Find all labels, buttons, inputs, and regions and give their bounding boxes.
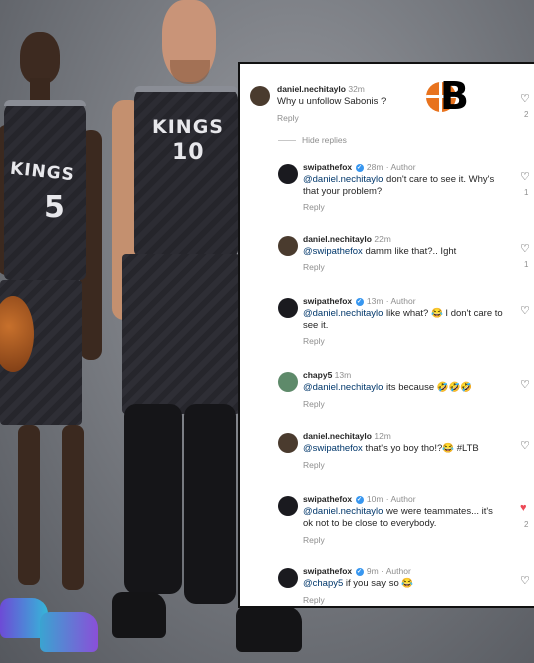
mention-link[interactable]: @chapy5	[303, 578, 343, 589]
verified-icon: ✓	[355, 495, 364, 504]
verified-icon: ✓	[355, 163, 364, 172]
reply-button[interactable]: Reply	[303, 399, 325, 409]
player-right-jersey: KINGS 10	[134, 86, 238, 256]
comment-username[interactable]: chapy5 13m	[303, 370, 351, 380]
like-count: 1	[524, 188, 529, 197]
avatar[interactable]	[278, 164, 298, 184]
comment-text: @daniel.nechitaylo like what? 😂 I don't …	[303, 308, 503, 331]
jersey-text-right: KINGS	[152, 116, 224, 138]
comment-username[interactable]: daniel.nechitaylo 32m	[277, 84, 365, 94]
comment-text: @swipathefox that's yo boy tho!?😂 #LTB	[303, 443, 479, 454]
avatar[interactable]	[278, 496, 298, 516]
like-count: 2	[524, 520, 529, 529]
mention-link[interactable]: @swipathefox	[303, 443, 363, 454]
heart-icon[interactable]: ♡	[520, 378, 530, 391]
comment-text: @daniel.nechitaylo its because 🤣🤣🤣	[303, 382, 473, 393]
reply-button[interactable]: Reply	[303, 336, 325, 346]
jersey-text-left: KINGS	[9, 158, 76, 186]
verified-icon: ✓	[355, 297, 364, 306]
player-right: KINGS 10	[112, 0, 302, 663]
comment-text: Why u unfollow Sabonis ?	[277, 96, 387, 107]
comment-username[interactable]: swipathefox ✓ 13m · Author	[303, 296, 416, 306]
comment-text: @chapy5 if you say so 😂	[303, 578, 414, 589]
mention-link[interactable]: @swipathefox	[303, 246, 363, 257]
avatar[interactable]	[278, 298, 298, 318]
avatar[interactable]	[278, 433, 298, 453]
comment-username[interactable]: swipathefox ✓ 10m · Author	[303, 494, 416, 504]
jersey-number-left: 5	[44, 190, 66, 225]
top-comment: daniel.nechitaylo 32m Why u unfollow Sab…	[240, 64, 534, 134]
heart-icon[interactable]: ♡	[520, 439, 530, 452]
comments-panel: B daniel.nechitaylo 32m Why u unfollow S…	[238, 62, 534, 608]
avatar[interactable]	[250, 86, 270, 106]
hide-replies-button[interactable]: Hide replies	[302, 135, 347, 145]
heart-filled-icon[interactable]: ♥	[520, 502, 527, 514]
mention-link[interactable]: @daniel.nechitaylo	[303, 382, 383, 393]
player-left-jersey: KINGS 5	[4, 100, 86, 280]
heart-icon[interactable]: ♡	[520, 242, 530, 255]
reply-button[interactable]: Reply	[303, 535, 325, 545]
verified-icon: ✓	[355, 567, 364, 576]
reply-button[interactable]: Reply	[303, 460, 325, 470]
avatar[interactable]	[278, 372, 298, 392]
reply-button[interactable]: Reply	[303, 202, 325, 212]
heart-icon[interactable]: ♡	[520, 92, 530, 105]
comment-text: @swipathefox damm like that?.. Ight	[303, 246, 457, 257]
comment-text: @daniel.nechitaylo don't care to see it.…	[303, 174, 495, 197]
reply-button[interactable]: Reply	[277, 113, 299, 123]
heart-icon[interactable]: ♡	[520, 574, 530, 587]
mention-link[interactable]: @daniel.nechitaylo	[303, 308, 383, 319]
player-left: KINGS 5	[0, 0, 130, 663]
mention-link[interactable]: @daniel.nechitaylo	[303, 506, 383, 517]
player-right-shorts	[122, 254, 240, 414]
player-right-shoe	[112, 592, 166, 638]
like-count: 2	[524, 110, 529, 119]
mention-link[interactable]: @daniel.nechitaylo	[303, 174, 383, 185]
heart-icon[interactable]: ♡	[520, 170, 530, 183]
comment-username[interactable]: swipathefox ✓ 28m · Author	[303, 162, 416, 172]
reply-button[interactable]: Reply	[303, 595, 325, 605]
reply-button[interactable]: Reply	[303, 262, 325, 272]
like-count: 1	[524, 260, 529, 269]
comment-text: @daniel.nechitaylo we were teammates... …	[303, 506, 493, 529]
avatar[interactable]	[278, 236, 298, 256]
jersey-number-right: 10	[172, 140, 205, 165]
heart-icon[interactable]: ♡	[520, 304, 530, 317]
comment-username[interactable]: swipathefox ✓ 9m · Author	[303, 566, 411, 576]
avatar[interactable]	[278, 568, 298, 588]
player-left-head	[20, 32, 60, 84]
comment-username[interactable]: daniel.nechitaylo 22m	[303, 234, 391, 244]
comment-username[interactable]: daniel.nechitaylo 12m	[303, 431, 391, 441]
